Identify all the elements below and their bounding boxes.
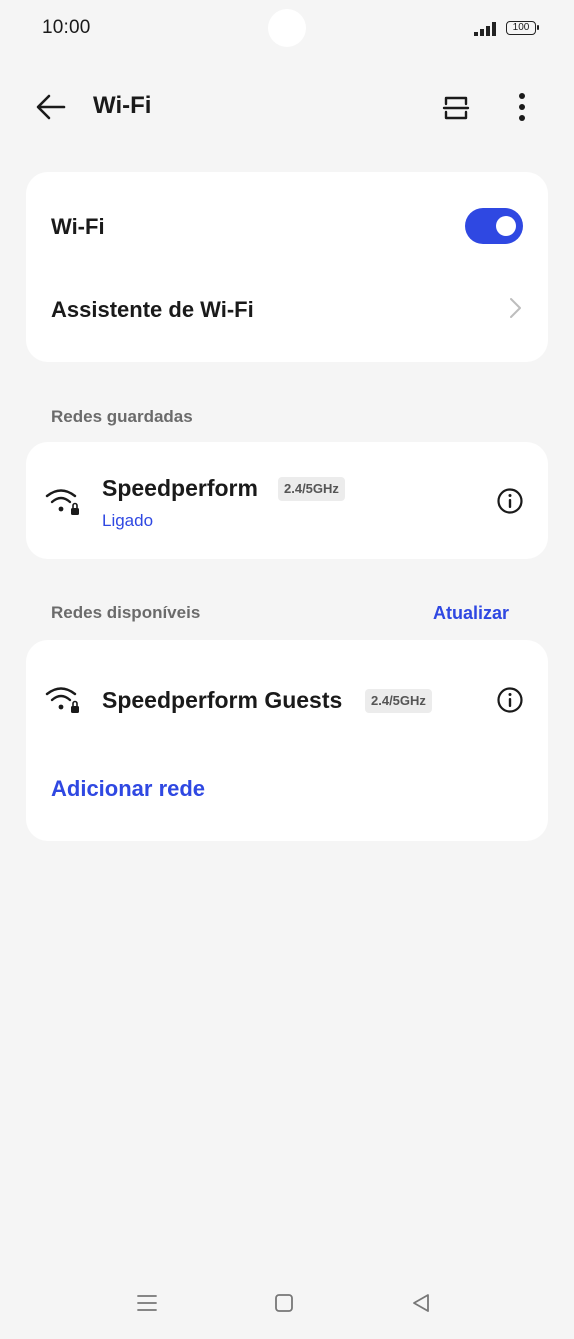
network-name: Speedperform (102, 475, 258, 501)
wifi-toggle[interactable] (465, 208, 523, 244)
chevron-right-icon (510, 298, 521, 318)
saved-network-item[interactable]: Speedperform 2.4/5GHz Ligado (26, 442, 548, 559)
camera-cutout (268, 9, 306, 47)
status-time: 10:00 (42, 17, 91, 38)
back-triangle-icon[interactable] (410, 1292, 432, 1314)
app-bar: Wi-Fi (0, 78, 574, 136)
status-bar: 10:00 100 (0, 0, 574, 56)
network-name: Speedperform Guests (102, 687, 343, 713)
home-square-icon[interactable] (273, 1292, 295, 1314)
info-icon[interactable] (496, 686, 524, 714)
add-network-button[interactable]: Adicionar rede (51, 776, 205, 802)
back-arrow-icon[interactable] (34, 92, 68, 122)
more-vert-icon[interactable] (508, 90, 536, 124)
available-network-item[interactable]: Speedperform Guests 2.4/5GHz (26, 640, 548, 750)
refresh-button[interactable]: Atualizar (433, 603, 509, 624)
system-nav-bar (0, 1280, 574, 1328)
saved-networks-header: Redes guardadas (51, 407, 193, 426)
wifi-assistant-item[interactable]: Assistente de Wi-Fi (51, 297, 254, 323)
band-badge: 2.4/5GHz (278, 477, 345, 501)
band-badge: 2.4/5GHz (365, 689, 432, 713)
signal-icon (474, 22, 496, 36)
wifi-lock-icon (45, 489, 79, 515)
wifi-settings-card: Wi-Fi Assistente de Wi-Fi (26, 172, 548, 362)
page-title: Wi-Fi (93, 92, 152, 119)
battery-icon: 100 (506, 21, 539, 35)
scan-icon[interactable] (440, 92, 472, 124)
battery-level: 100 (512, 22, 530, 33)
info-icon[interactable] (496, 487, 524, 515)
wifi-lock-icon (45, 687, 79, 713)
available-networks-header: Redes disponíveis (51, 603, 201, 622)
wifi-label: Wi-Fi (51, 214, 105, 239)
available-networks-card: Speedperform Guests 2.4/5GHz Adicionar r… (26, 640, 548, 841)
network-status: Ligado (102, 511, 154, 530)
wifi-toggle-knob (496, 216, 516, 236)
menu-icon[interactable] (136, 1292, 158, 1314)
